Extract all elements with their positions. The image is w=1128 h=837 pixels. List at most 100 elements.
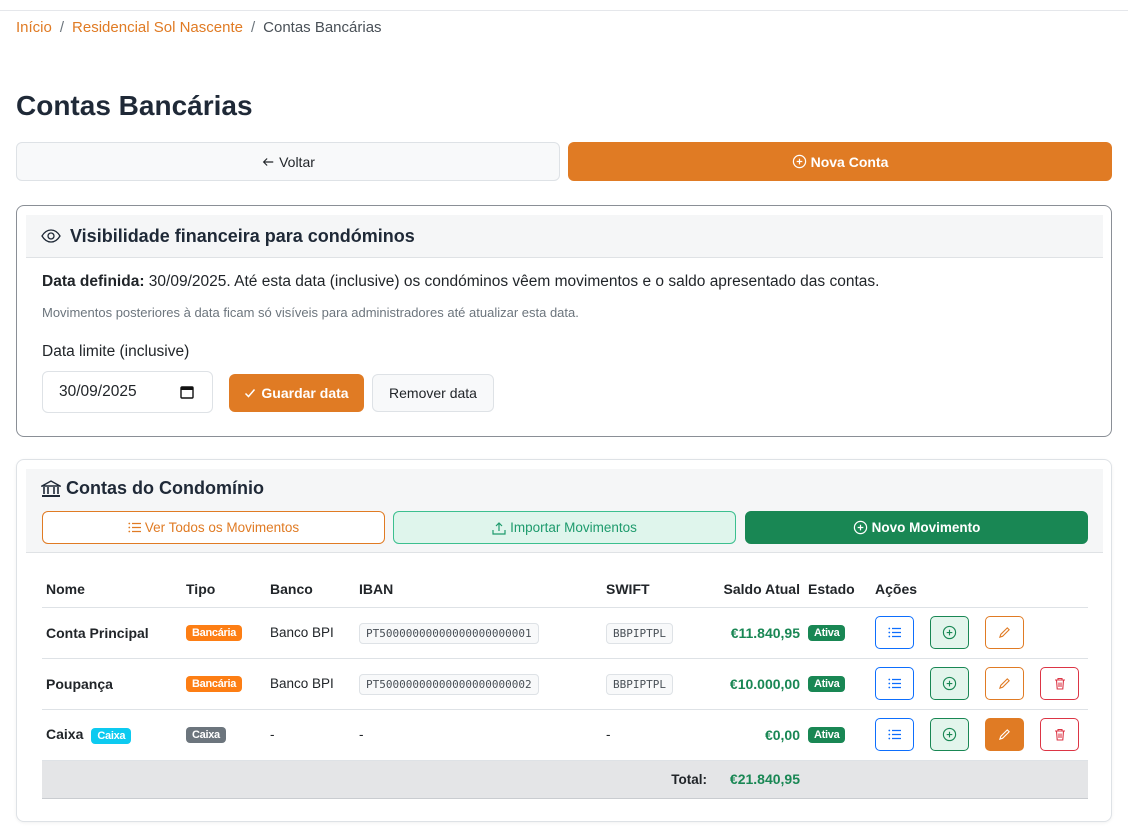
list-icon	[128, 522, 141, 533]
check-icon	[245, 389, 256, 398]
account-name: Caixa	[46, 725, 84, 742]
visibility-card: Visibilidade financeira para condóminos …	[16, 205, 1112, 437]
save-date-label: Guardar data	[261, 385, 349, 401]
view-all-movements-label: Ver Todos os Movimentos	[144, 520, 300, 535]
account-iban-cell: PT50000000000000000000001	[355, 607, 602, 659]
account-balance: €0,00	[764, 726, 800, 743]
col-type: Tipo	[182, 572, 266, 608]
bank-icon	[41, 479, 61, 497]
visibility-title: Visibilidade financeira para condóminos	[70, 225, 415, 246]
accounts-table: Nome Tipo Banco IBAN SWIFT Saldo Atual E…	[42, 572, 1088, 799]
eye-icon	[41, 229, 61, 243]
plus-circle-icon	[942, 727, 957, 742]
back-button[interactable]: Voltar	[16, 142, 560, 181]
top-bar	[0, 0, 1128, 11]
breadcrumb-condo[interactable]: Residencial Sol Nascente	[72, 19, 243, 36]
account-swift: -	[602, 709, 711, 761]
accounts-title: Contas do Condomínio	[66, 478, 264, 498]
breadcrumb: Início / Residencial Sol Nascente / Cont…	[16, 19, 382, 36]
account-bank: -	[266, 709, 355, 761]
total-value: €21.840,95	[729, 771, 800, 787]
col-state: Estado	[804, 572, 871, 608]
view-movements-button[interactable]	[875, 667, 914, 700]
col-swift: SWIFT	[602, 572, 711, 608]
list-icon	[888, 627, 901, 638]
account-state-cell: Ativa	[804, 709, 871, 761]
list-icon	[888, 729, 901, 740]
view-movements-button[interactable]	[875, 616, 914, 649]
col-name: Nome	[42, 572, 182, 608]
save-date-button[interactable]: Guardar data	[229, 374, 364, 412]
account-type-badge: Bancária	[186, 676, 243, 692]
account-type-cell: Caixa	[182, 709, 266, 761]
add-movement-button[interactable]	[930, 667, 969, 700]
delete-account-button[interactable]	[1040, 667, 1079, 700]
table-row: Caixa Caixa Caixa - - - €0,00 Ativa	[42, 709, 1088, 761]
page-title: Contas Bancárias	[16, 90, 253, 121]
breadcrumb-home[interactable]: Início	[16, 19, 52, 36]
pencil-icon	[998, 678, 1010, 690]
account-swift: BBPIPTPL	[606, 623, 673, 644]
visibility-defined-date: Data definida: 30/09/2025. Até esta data…	[42, 273, 879, 291]
accounts-card: Contas do Condomínio Ver Todos os Movime…	[16, 459, 1112, 822]
account-balance-cell: €0,00	[711, 709, 804, 761]
account-state-cell: Ativa	[804, 607, 871, 659]
view-movements-button[interactable]	[875, 718, 914, 751]
visibility-card-header: Visibilidade financeira para condóminos	[26, 215, 1103, 258]
col-actions: Ações	[871, 572, 1088, 608]
account-swift: BBPIPTPL	[606, 674, 673, 695]
account-iban: PT50000000000000000000001	[359, 623, 539, 644]
account-actions	[871, 658, 1088, 710]
pencil-icon	[998, 729, 1010, 741]
breadcrumb-separator: /	[59, 19, 65, 36]
account-bank: Banco BPI	[266, 658, 355, 710]
plus-circle-icon	[853, 520, 867, 535]
status-badge: Ativa	[808, 676, 846, 692]
status-badge: Ativa	[808, 727, 846, 743]
import-movements-button[interactable]: Importar Movimentos	[393, 511, 736, 544]
col-iban: IBAN	[355, 572, 602, 608]
new-movement-label: Novo Movimento	[871, 520, 981, 535]
total-label: Total:	[42, 760, 711, 799]
trash-icon	[1054, 677, 1065, 690]
edit-account-button[interactable]	[985, 718, 1024, 751]
accounts-title-wrap: Contas do Condomínio	[41, 478, 264, 499]
view-all-movements-button[interactable]: Ver Todos os Movimentos	[42, 511, 385, 544]
total-filler	[804, 760, 1088, 799]
back-button-label: Voltar	[279, 153, 315, 170]
breadcrumb-separator: /	[250, 19, 256, 36]
new-account-button[interactable]: Nova Conta	[568, 142, 1112, 181]
account-type-badge: Caixa	[186, 727, 226, 743]
account-balance: €11.840,95	[730, 624, 800, 641]
import-movements-label: Importar Movimentos	[510, 520, 637, 535]
table-row: Conta Principal Bancária Banco BPI PT500…	[42, 607, 1088, 659]
calendar-icon[interactable]	[180, 385, 194, 399]
new-account-label: Nova Conta	[810, 153, 889, 170]
account-swift-cell: BBPIPTPL	[602, 658, 711, 710]
account-name: Conta Principal	[42, 607, 182, 659]
plus-circle-icon	[942, 625, 957, 640]
account-state-cell: Ativa	[804, 658, 871, 710]
date-limit-input[interactable]: 30/09/2025	[42, 371, 213, 413]
account-type-cell: Bancária	[182, 607, 266, 659]
new-movement-button[interactable]: Novo Movimento	[745, 511, 1088, 544]
account-actions	[871, 709, 1088, 761]
remove-date-button[interactable]: Remover data	[372, 374, 494, 412]
plus-circle-icon	[942, 676, 957, 691]
defined-text: 30/09/2025. Até esta data (inclusive) os…	[144, 273, 880, 290]
total-value-cell: €21.840,95	[711, 760, 804, 799]
accounts-card-header: Contas do Condomínio Ver Todos os Movime…	[26, 469, 1103, 553]
account-name: Poupança	[42, 658, 182, 710]
account-bank: Banco BPI	[266, 607, 355, 659]
add-movement-button[interactable]	[930, 616, 969, 649]
edit-account-button[interactable]	[985, 616, 1024, 649]
table-header-row: Nome Tipo Banco IBAN SWIFT Saldo Atual E…	[42, 572, 1088, 608]
edit-account-button[interactable]	[985, 667, 1024, 700]
col-balance: Saldo Atual	[711, 572, 804, 608]
add-movement-button[interactable]	[930, 718, 969, 751]
account-actions	[871, 607, 1088, 659]
breadcrumb-current: Contas Bancárias	[263, 19, 382, 36]
delete-account-button[interactable]	[1040, 718, 1079, 751]
account-iban: PT50000000000000000000002	[359, 674, 539, 695]
col-bank: Banco	[266, 572, 355, 608]
